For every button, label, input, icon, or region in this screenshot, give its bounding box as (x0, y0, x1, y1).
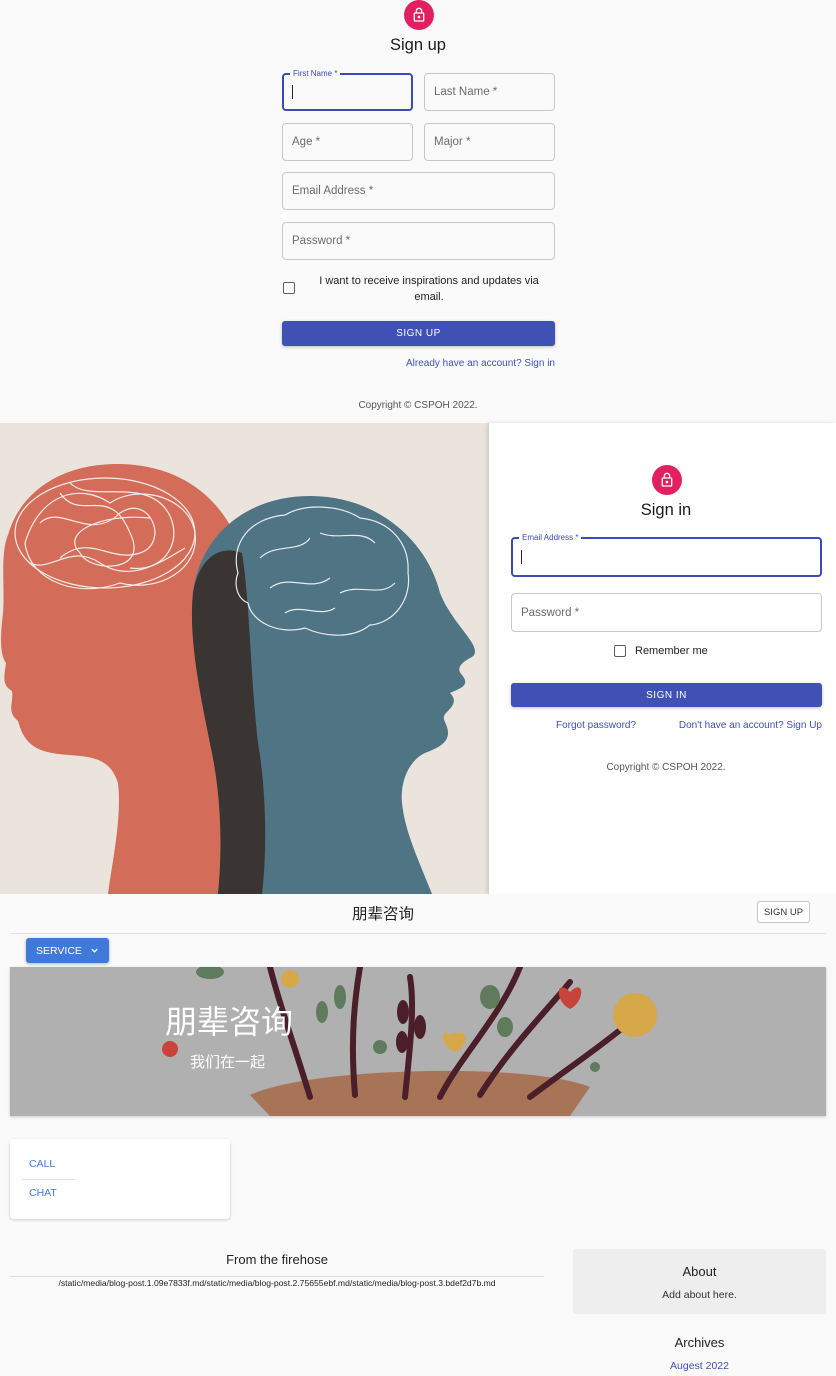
updates-checkbox-label: I want to receive inspirations and updat… (300, 273, 558, 305)
signin-email-label: Email Address * (519, 533, 582, 543)
last-name-field[interactable]: Last Name * (424, 73, 555, 111)
header-divider (10, 933, 826, 934)
text-caret (521, 550, 522, 564)
signin-copyright: Copyright © CSPOH 2022. (606, 762, 726, 773)
last-name-placeholder: Last Name * (434, 86, 498, 98)
signup-submit-button[interactable]: SIGN UP (282, 321, 555, 346)
signin-screen: Sign in Email Address * Password * Remem… (0, 423, 836, 894)
signin-submit-button[interactable]: SIGN IN (511, 683, 822, 707)
blog-posts-text: /static/media/blog-post.1.09e7833f.md/st… (58, 1278, 496, 1288)
home-screen: 朋辈咨询 SIGN UP SERVICE 朋辈咨询 我们在一起 CALL CHA… (0, 894, 836, 1376)
service-dropdown-button[interactable]: SERVICE (26, 938, 109, 963)
signin-password-field[interactable]: Password * (511, 593, 822, 632)
section-divider (10, 1276, 544, 1277)
signup-link[interactable]: Don't have an account? Sign Up (639, 720, 822, 731)
signin-link[interactable]: Already have an account? Sign in (380, 358, 555, 369)
first-name-field[interactable]: First Name * (282, 69, 413, 111)
lock-icon (661, 472, 673, 487)
about-text: Add about here. (662, 1289, 737, 1301)
about-title: About (682, 1264, 717, 1279)
age-placeholder: Age * (292, 136, 321, 148)
menu-item-chat[interactable]: CHAT (29, 1187, 57, 1199)
lock-avatar (652, 465, 682, 495)
updates-checkbox[interactable] (283, 282, 295, 294)
archives-title: Archives (674, 1335, 725, 1350)
remember-label: Remember me (635, 645, 708, 657)
age-field[interactable]: Age * (282, 123, 413, 161)
password-placeholder: Password * (292, 235, 351, 247)
plant-illustration (162, 967, 657, 1116)
signin-title: Sign in (640, 501, 692, 519)
hero-banner: 朋辈咨询 我们在一起 (10, 967, 826, 1116)
signin-panel: Sign in Email Address * Password * Remem… (489, 423, 836, 894)
menu-item-call[interactable]: CALL (29, 1158, 55, 1170)
major-field[interactable]: Major * (424, 123, 555, 161)
lock-icon (413, 7, 425, 22)
first-name-label: First Name * (290, 69, 341, 79)
lock-avatar (404, 0, 434, 30)
signin-password-placeholder: Password * (521, 606, 580, 619)
section-title: From the firehose (226, 1252, 328, 1267)
hero-subtitle: 我们在一起 (190, 1053, 266, 1071)
chevron-down-icon (91, 948, 98, 953)
forgot-password-link[interactable]: Forgot password? (556, 720, 636, 731)
hero-title: 朋辈咨询 (165, 1003, 294, 1041)
signin-email-field[interactable]: Email Address * (511, 533, 822, 577)
signup-copyright: Copyright © CSPOH 2022. (358, 400, 478, 411)
signup-panel: Sign up First Name * Last Name * Age * M… (0, 0, 836, 423)
brand-title: 朋辈咨询 (351, 905, 414, 923)
text-caret (292, 85, 293, 99)
email-field[interactable]: Email Address * (282, 172, 555, 210)
archive-link[interactable]: Augest 2022 (573, 1360, 826, 1372)
major-placeholder: Major * (434, 136, 471, 148)
header-signup-button[interactable]: SIGN UP (757, 901, 810, 923)
mental-health-illustration (0, 423, 489, 894)
service-menu-card: CALL CHAT (10, 1139, 230, 1219)
service-label: SERVICE (36, 944, 82, 957)
menu-divider (22, 1179, 75, 1180)
about-box: About Add about here. (573, 1249, 826, 1314)
password-field[interactable]: Password * (282, 222, 555, 260)
remember-checkbox[interactable] (614, 645, 626, 657)
email-placeholder: Email Address * (292, 185, 374, 197)
signup-title: Sign up (390, 36, 446, 54)
updates-label-line1: I want to receive inspirations and updat… (319, 275, 539, 287)
updates-label-line2: email. (414, 291, 444, 303)
